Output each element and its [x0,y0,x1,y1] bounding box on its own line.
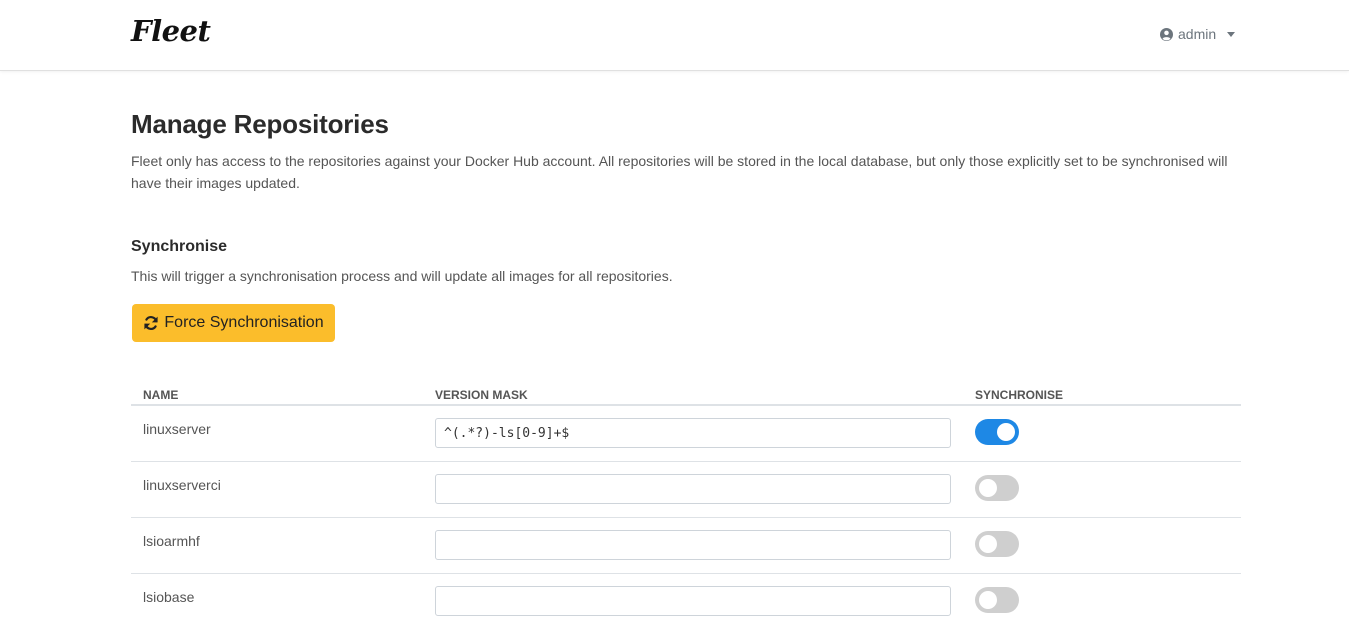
sync-section-title: Synchronise [131,238,228,255]
force-synchronisation-label: Force Synchronisation [164,314,324,331]
repositories-table: Name Version Mask Synchronise linuxserve… [131,382,1241,628]
table-row: lsioarmhf [131,518,1241,574]
toggle-knob [979,591,997,609]
repository-name: linuxserver [143,421,211,437]
toggle-knob [979,479,997,497]
sync-icon [143,315,159,331]
user-circle-icon [1160,27,1173,41]
column-header-version-mask: Version Mask [435,388,528,402]
synchronise-toggle[interactable] [975,531,1019,557]
user-menu-dropdown[interactable]: admin [1160,25,1236,43]
column-header-synchronise: Synchronise [975,388,1064,402]
version-mask-input[interactable] [435,530,951,560]
version-mask-input[interactable] [435,418,951,448]
force-synchronisation-button[interactable]: Force Synchronisation [132,304,335,342]
version-mask-input[interactable] [435,474,951,504]
page-title: Manage Repositories [131,109,389,139]
sync-section-description: This will trigger a synchronisation proc… [131,268,673,284]
synchronise-toggle[interactable] [975,419,1019,445]
repository-name: lsioarmhf [143,533,200,549]
toggle-knob [997,423,1015,441]
table-row: lsiobase [131,574,1241,628]
version-mask-input[interactable] [435,586,951,616]
table-header: Name Version Mask Synchronise [131,382,1241,406]
table-row: linuxserver [131,406,1241,462]
synchronise-toggle[interactable] [975,475,1019,501]
repository-name: linuxserverci [143,477,221,493]
chevron-down-icon [1227,31,1236,37]
column-header-name: Name [143,388,179,402]
page-description: Fleet only has access to the repositorie… [131,153,1228,191]
toggle-knob [979,535,997,553]
table-row: linuxserverci [131,462,1241,518]
brand-logo[interactable]: Fleet [131,14,211,48]
synchronise-toggle[interactable] [975,587,1019,613]
user-menu-label: admin [1178,26,1217,42]
top-navbar: Fleet admin [0,0,1349,71]
repository-name: lsiobase [143,589,195,605]
